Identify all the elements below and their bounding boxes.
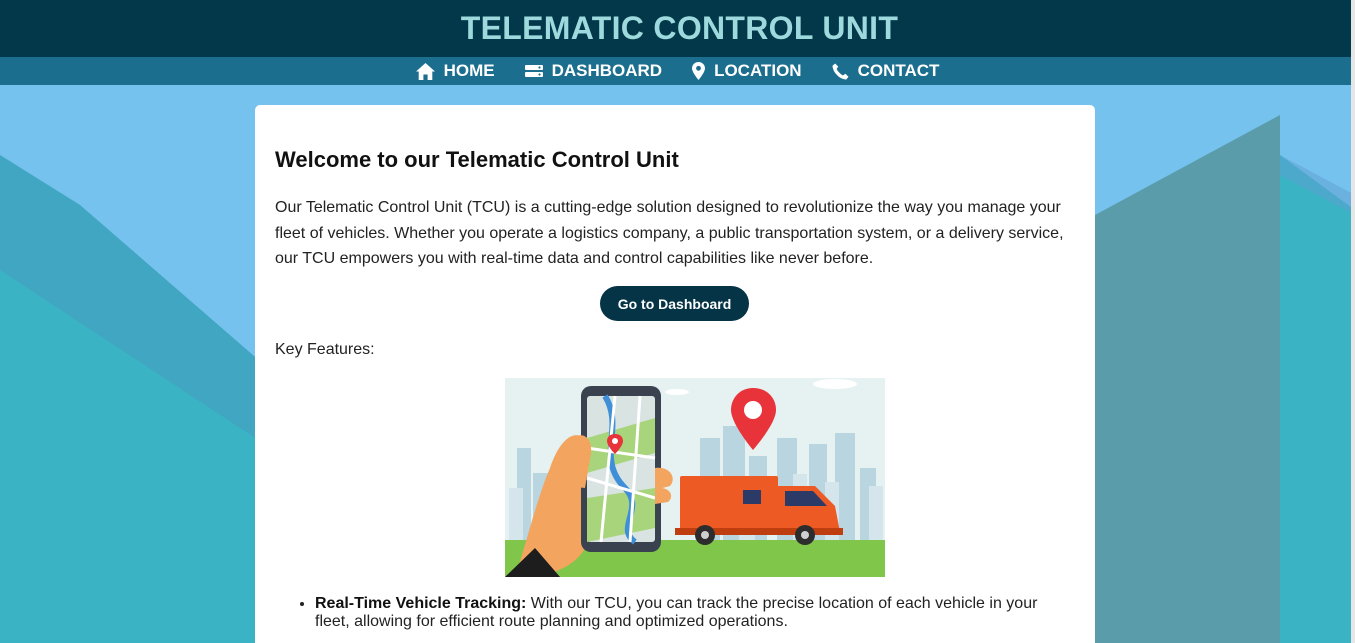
nav-contact-label: CONTACT bbox=[857, 61, 940, 80]
feature-title: Real-Time Vehicle Tracking: bbox=[315, 595, 527, 612]
site-header: TELEMATIC CONTROL UNIT bbox=[0, 0, 1355, 57]
nav-location-label: LOCATION bbox=[714, 61, 802, 80]
scrollbar[interactable] bbox=[1351, 0, 1355, 643]
nav-location[interactable]: LOCATION bbox=[692, 61, 802, 81]
welcome-heading: Welcome to our Telematic Control Unit bbox=[275, 147, 679, 172]
nav-home-label: HOME bbox=[443, 61, 495, 80]
nav-dashboard-label: DASHBOARD bbox=[551, 61, 663, 80]
phone-icon bbox=[832, 63, 849, 79]
location-pin-icon bbox=[692, 62, 706, 80]
site-title: TELEMATIC CONTROL UNIT bbox=[460, 10, 899, 46]
key-features-heading: Key Features: bbox=[275, 341, 375, 358]
list-item: Real-Time Vehicle Tracking: With our TCU… bbox=[315, 595, 1075, 631]
smartphone-icon bbox=[581, 386, 661, 552]
nav-dashboard[interactable]: DASHBOARD bbox=[524, 61, 663, 81]
intro-paragraph: Our Telematic Control Unit (TCU) is a cu… bbox=[275, 199, 1064, 267]
nav-contact[interactable]: CONTACT bbox=[832, 61, 940, 81]
features-list: Real-Time Vehicle Tracking: With our TCU… bbox=[315, 595, 1075, 631]
welcome-card: Welcome to our Telematic Control Unit Ou… bbox=[255, 105, 1095, 643]
home-icon bbox=[415, 62, 435, 80]
main-nav: HOME DASHBOARD LOCATION CONTACT bbox=[0, 57, 1355, 85]
dashboard-icon bbox=[524, 64, 543, 77]
nav-home[interactable]: HOME bbox=[415, 61, 495, 81]
fleet-tracking-illustration bbox=[505, 378, 885, 577]
go-to-dashboard-button[interactable]: Go to Dashboard bbox=[600, 286, 749, 321]
